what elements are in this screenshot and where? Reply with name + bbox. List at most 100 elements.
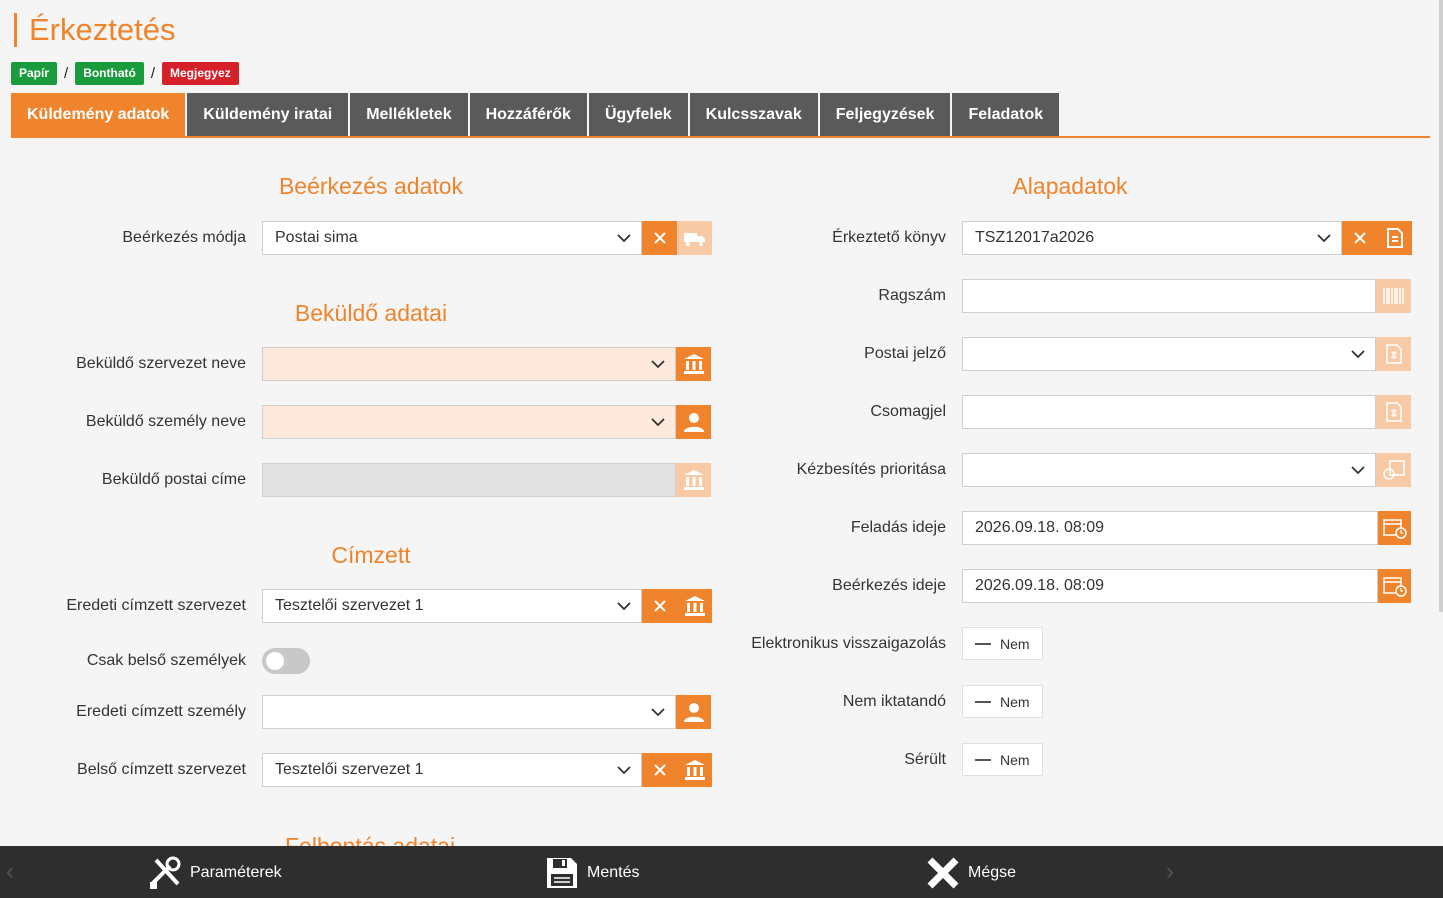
sender-person-lookup-button[interactable]	[676, 405, 711, 439]
arrival-time-label: Beérkezés ideje	[832, 577, 946, 594]
arrival-time-input[interactable]: 2026.09.18. 08:09	[962, 569, 1378, 603]
clear-register-book-button[interactable]	[1342, 221, 1377, 255]
arrival-mode-lookup-button[interactable]	[677, 221, 712, 255]
delivery-priority-label: Kézbesítés prioritása	[796, 461, 946, 478]
chevron-down-icon	[651, 415, 665, 429]
tab-kuldemeny-iratai[interactable]: Küldemény iratai	[187, 93, 349, 136]
sender-address-label: Beküldő postai címe	[101, 471, 246, 488]
row-internal-recipient-org: Belső címzett szervezet Tesztelői szerve…	[0, 753, 712, 787]
close-icon	[653, 232, 666, 244]
delivery-priority-select[interactable]	[962, 453, 1376, 487]
internal-only-toggle[interactable]	[262, 648, 310, 674]
chevron-down-icon	[617, 599, 631, 613]
person-icon	[683, 413, 704, 432]
book-icon	[1386, 228, 1403, 248]
tab-ugyfelek[interactable]: Ügyfelek	[588, 93, 688, 136]
page: Érkeztetés Papír / Bontható / Megjegyez …	[0, 0, 1443, 898]
postal-mark-button[interactable]	[1376, 337, 1411, 371]
parameters-label: Paraméterek	[190, 864, 282, 881]
orig-recipient-org-select[interactable]: Tesztelői szervezet 1	[262, 589, 642, 623]
sender-org-label: Beküldő szervezet neve	[76, 355, 246, 372]
register-book-select[interactable]: TSZ12017a2026	[962, 221, 1342, 255]
not-registered-value: Nem	[1000, 693, 1030, 710]
delivery-priority-button[interactable]	[1376, 453, 1411, 487]
label-number-input[interactable]	[962, 279, 1376, 313]
register-book-lookup-button[interactable]	[1377, 221, 1412, 255]
postal-mark-select[interactable]	[962, 337, 1376, 371]
tab-feljegyzesek[interactable]: Feljegyzések	[819, 93, 951, 136]
chevron-down-icon	[1351, 463, 1365, 477]
e-confirmation-switch[interactable]: Nem	[962, 627, 1043, 660]
save-button[interactable]: Mentés	[545, 856, 639, 890]
damaged-value: Nem	[1000, 751, 1030, 768]
close-icon	[653, 600, 666, 612]
row-arrival-mode: Beérkezés módja Postai sima	[0, 221, 712, 255]
sent-time-picker-button[interactable]	[1378, 511, 1411, 545]
cancel-label: Mégse	[968, 864, 1017, 881]
row-internal-only: Csak belső személyek	[0, 648, 310, 674]
badge-separator: /	[64, 65, 69, 82]
sender-org-select[interactable]	[262, 347, 676, 381]
e-confirmation-label: Elektronikus visszaigazolás	[751, 634, 946, 652]
package-mark-button[interactable]	[1376, 395, 1411, 429]
register-book-value: TSZ12017a2026	[975, 229, 1095, 246]
orig-recipient-person-label: Eredeti címzett személy	[76, 703, 246, 720]
scrollbar[interactable]	[1439, 0, 1443, 612]
cancel-button[interactable]: Mégse	[926, 856, 1016, 890]
row-sender-org: Beküldő szervezet neve	[0, 347, 711, 381]
chevron-left-icon[interactable]: ‹	[6, 858, 14, 886]
package-mark-input[interactable]	[962, 395, 1376, 429]
row-orig-recipient-org: Eredeti címzett szervezet Tesztelői szer…	[0, 589, 712, 623]
institution-icon	[683, 354, 704, 374]
sender-address-lookup-button	[676, 463, 711, 497]
tab-mellekletek[interactable]: Mellékletek	[350, 93, 468, 136]
close-icon	[653, 764, 666, 776]
chevron-down-icon	[651, 705, 665, 719]
postal-mark-label: Postai jelző	[864, 345, 946, 362]
chevron-right-icon[interactable]: ›	[1166, 858, 1174, 886]
section-title-opening: Felbontás adatai	[285, 834, 455, 846]
internal-only-label: Csak belső személyek	[86, 652, 246, 669]
orig-recipient-person-select[interactable]	[262, 695, 676, 729]
person-icon	[683, 703, 704, 722]
chevron-down-icon	[1351, 347, 1365, 361]
parameters-button[interactable]: Paraméterek	[148, 856, 282, 890]
internal-recipient-org-select[interactable]: Tesztelői szervezet 1	[262, 753, 642, 787]
tab-kuldemeny-adatok[interactable]: Küldemény adatok	[11, 93, 186, 136]
not-registered-switch[interactable]: Nem	[962, 685, 1043, 718]
damaged-switch[interactable]: Nem	[962, 743, 1043, 776]
row-e-confirmation: Elektronikus visszaigazolás Nem	[720, 627, 1043, 660]
barcode-scan-button[interactable]	[1376, 279, 1411, 313]
row-not-registered: Nem iktatandó Nem	[720, 685, 1043, 718]
section-title-sender: Beküldő adatai	[294, 300, 448, 326]
arrival-mode-select[interactable]: Postai sima	[262, 221, 642, 255]
calendar-clock-icon	[1382, 519, 1407, 539]
badge-papir: Papír	[11, 62, 58, 85]
internal-recipient-org-lookup-button[interactable]	[677, 753, 712, 787]
section-title-recipient: Címzett	[331, 542, 411, 568]
row-package-mark: Csomagjel	[720, 395, 1411, 429]
register-book-label: Érkeztető könyv	[832, 229, 946, 246]
institution-icon	[683, 470, 704, 490]
clear-arrival-mode-button[interactable]	[642, 221, 677, 255]
page-title: Érkeztetés	[29, 12, 176, 47]
page-header: Érkeztetés	[14, 10, 175, 50]
tab-kulcsszavak[interactable]: Kulcsszavak	[689, 93, 818, 136]
sent-time-input[interactable]: 2026.09.18. 08:09	[962, 511, 1378, 545]
clear-internal-recipient-org-button[interactable]	[642, 753, 677, 787]
tab-feladatok[interactable]: Feladatok	[952, 93, 1060, 136]
tab-hozzaferok[interactable]: Hozzáférők	[469, 93, 587, 136]
orig-recipient-org-lookup-button[interactable]	[677, 589, 712, 623]
delivery-truck-icon	[683, 233, 705, 246]
dash-icon	[975, 642, 991, 645]
clear-orig-recipient-org-button[interactable]	[642, 589, 677, 623]
sender-org-lookup-button[interactable]	[676, 347, 711, 381]
sender-person-label: Beküldő személy neve	[85, 413, 246, 430]
sender-person-select[interactable]	[262, 405, 676, 439]
badge-separator: /	[150, 65, 156, 82]
row-delivery-priority: Kézbesítés prioritása	[720, 453, 1411, 487]
orig-recipient-person-lookup-button[interactable]	[676, 695, 711, 729]
arrival-time-picker-button[interactable]	[1378, 569, 1411, 603]
row-register-book: Érkeztető könyv TSZ12017a2026	[720, 221, 1412, 255]
arrival-mode-value: Postai sima	[275, 229, 358, 246]
